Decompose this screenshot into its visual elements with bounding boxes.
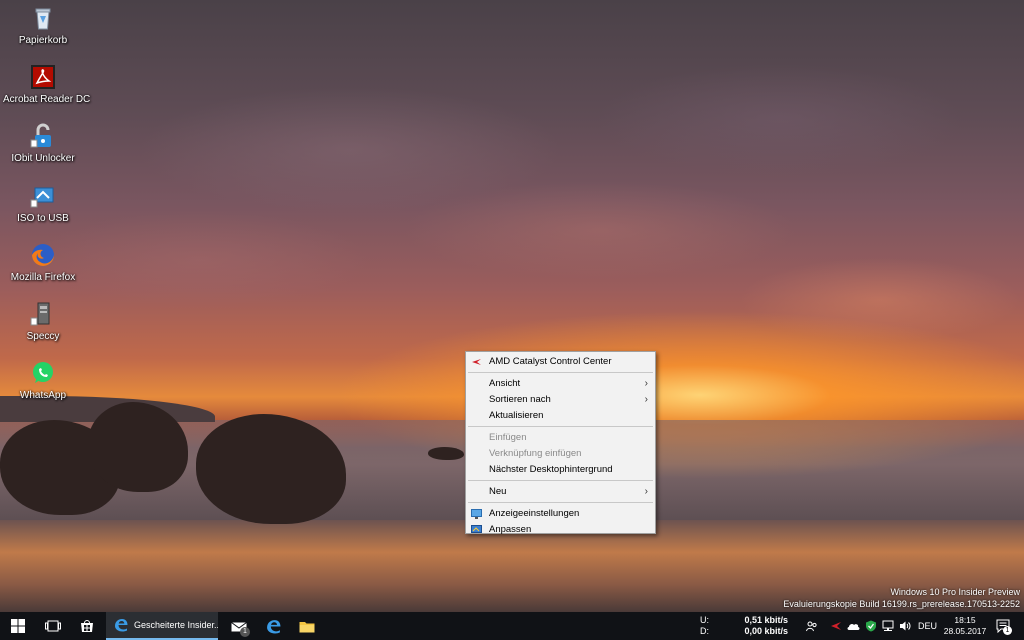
taskbar-mail-button[interactable]: 1 <box>222 612 256 640</box>
display-settings-icon <box>471 509 482 519</box>
menu-item-label: AMD Catalyst Control Center <box>489 356 612 367</box>
system-clock[interactable]: 18:15 28.05.2017 <box>940 615 990 637</box>
menu-item-verknuepfung-einfuegen: Verknüpfung einfügen <box>466 446 655 462</box>
menu-item-anpassen[interactable]: Anpassen <box>466 522 655 538</box>
amd-catalyst-icon <box>471 357 482 367</box>
edge-icon <box>115 619 128 632</box>
windows-logo-icon <box>11 619 25 633</box>
amd-tray-icon[interactable] <box>830 620 842 632</box>
menu-separator <box>468 502 653 503</box>
download-label: D: <box>700 626 709 636</box>
task-view-icon <box>45 620 61 632</box>
upload-speed: 0,51 kbit/s <box>744 615 788 625</box>
taskbar-store-button[interactable] <box>70 612 104 640</box>
download-speed: 0,00 kbit/s <box>744 626 788 636</box>
menu-separator <box>468 480 653 481</box>
network-icon[interactable] <box>882 620 894 632</box>
desktop-icon-iso-to-usb[interactable]: ISO to USB <box>3 182 83 224</box>
chevron-right-icon: › <box>644 378 648 389</box>
chevron-right-icon: › <box>644 394 648 405</box>
desktop-icon-recycle-bin[interactable]: Papierkorb <box>3 4 83 46</box>
desktop-icon-label: Speccy <box>26 331 60 342</box>
edge-pinned-icon <box>266 619 280 633</box>
folder-icon <box>299 621 315 632</box>
watermark-build: Evaluierungskopie Build 16199.rs_prerele… <box>783 599 1020 609</box>
menu-item-label: Verknüpfung einfügen <box>489 448 582 459</box>
onedrive-icon[interactable] <box>847 620 860 632</box>
desktop-icon-iobit-unlocker[interactable]: IObit Unlocker <box>3 122 83 164</box>
desktop-icon-acrobat-reader[interactable]: Acrobat Reader DC <box>3 63 91 105</box>
menu-item-amd-catalyst[interactable]: AMD Catalyst Control Center <box>466 354 655 370</box>
task-view-button[interactable] <box>36 612 70 640</box>
task-label: Gescheiterte Insider... <box>134 620 218 630</box>
menu-item-label: Anpassen <box>489 524 532 535</box>
acrobat-reader-icon <box>29 63 57 91</box>
menu-item-naechster-desktophintergrund[interactable]: Nächster Desktophintergrund <box>466 462 655 478</box>
recycle-bin-icon <box>29 4 57 32</box>
mail-badge: 1 <box>240 627 250 637</box>
desktop-icon-firefox[interactable]: Mozilla Firefox <box>3 241 83 283</box>
speccy-icon <box>29 300 57 328</box>
iobit-unlocker-icon <box>29 122 57 150</box>
menu-item-label: Neu <box>489 486 507 497</box>
network-speed-labels: U: D: <box>700 615 709 637</box>
menu-separator <box>468 426 653 427</box>
desktop-icon-label: Papierkorb <box>18 35 68 46</box>
menu-item-ansicht[interactable]: Ansicht › <box>466 376 655 392</box>
menu-item-neu[interactable]: Neu › <box>466 484 655 500</box>
menu-item-anzeigeeinstellungen[interactable]: Anzeigeeinstellungen <box>466 506 655 522</box>
taskbar-file-explorer-button[interactable] <box>290 612 324 640</box>
menu-item-label: Aktualisieren <box>489 410 544 421</box>
menu-item-label: Nächster Desktophintergrund <box>489 464 613 475</box>
menu-item-aktualisieren[interactable]: Aktualisieren <box>466 408 655 424</box>
desktop-icon-label: ISO to USB <box>17 213 69 224</box>
menu-item-label: Einfügen <box>489 432 527 443</box>
desktop-icon-whatsapp[interactable]: WhatsApp <box>3 359 83 401</box>
iso-to-usb-icon <box>29 182 57 210</box>
volume-icon[interactable] <box>899 620 911 632</box>
firefox-icon <box>29 241 57 269</box>
desktop-icon-label: Acrobat Reader DC <box>3 94 91 105</box>
menu-item-einfuegen: Einfügen <box>466 430 655 446</box>
menu-separator <box>468 372 653 373</box>
notification-badge: 1 <box>1003 626 1012 635</box>
taskbar-task-edge-window[interactable]: Gescheiterte Insider... <box>106 612 218 640</box>
chevron-right-icon: › <box>644 486 648 497</box>
personalize-icon <box>471 525 482 535</box>
watermark-edition: Windows 10 Pro Insider Preview <box>890 587 1020 597</box>
desktop-icon-speccy[interactable]: Speccy <box>3 300 83 342</box>
action-center-icon[interactable]: 1 <box>996 619 1012 635</box>
clock-time: 18:15 <box>954 615 976 625</box>
start-button[interactable] <box>0 612 36 640</box>
network-speed-values: 0,51 kbit/s 0,00 kbit/s <box>736 615 788 637</box>
clock-date: 28.05.2017 <box>943 626 987 636</box>
desktop-icon-label: WhatsApp <box>19 390 67 401</box>
menu-item-label: Anzeigeeinstellungen <box>489 508 580 519</box>
menu-item-sortieren-nach[interactable]: Sortieren nach › <box>466 392 655 408</box>
taskbar: Gescheiterte Insider... 1 U: D: 0,51 kbi… <box>0 612 1024 640</box>
desktop-icon-label: IObit Unlocker <box>11 153 75 164</box>
security-shield-icon[interactable] <box>865 620 877 632</box>
build-watermark: Windows 10 Pro Insider Preview Evaluieru… <box>783 586 1020 610</box>
input-language[interactable]: DEU <box>918 621 937 631</box>
menu-item-label: Sortieren nach <box>489 394 551 405</box>
upload-label: U: <box>700 615 709 625</box>
whatsapp-icon <box>29 359 57 387</box>
wallpaper-rock <box>428 447 464 460</box>
desktop-context-menu: AMD Catalyst Control Center Ansicht › So… <box>465 351 656 535</box>
people-icon[interactable] <box>806 620 818 632</box>
store-icon <box>81 620 93 632</box>
desktop-icon-label: Mozilla Firefox <box>10 272 76 283</box>
menu-item-label: Ansicht <box>489 378 521 389</box>
taskbar-edge-button[interactable] <box>256 612 290 640</box>
